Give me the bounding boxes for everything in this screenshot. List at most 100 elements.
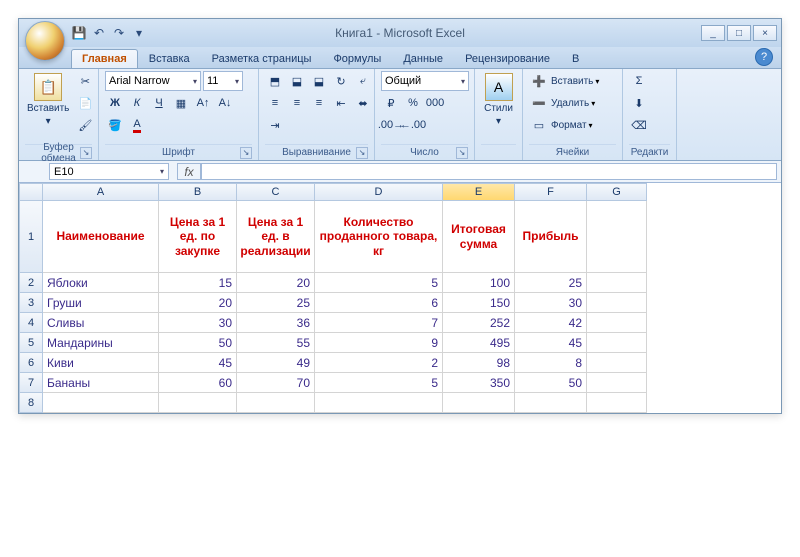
cell[interactable]: 30 [515,293,587,313]
cell[interactable]: 60 [159,373,237,393]
cell[interactable]: 20 [237,273,315,293]
cell[interactable]: 25 [237,293,315,313]
percent-icon[interactable]: % [403,93,423,113]
increase-decimal-icon[interactable]: .00→ [381,115,401,135]
tab-review[interactable]: Рецензирование [454,49,561,68]
paste-button[interactable]: 📋 Вставить ▾ [25,71,71,129]
close-button[interactable]: × [753,25,777,41]
cell[interactable]: 70 [237,373,315,393]
cell[interactable]: 495 [443,333,515,353]
cell[interactable]: Киви [43,353,159,373]
row-header-2[interactable]: 2 [19,273,43,293]
save-icon[interactable]: 💾 [71,25,87,41]
font-color-button[interactable]: A [127,115,147,135]
cell[interactable]: 150 [443,293,515,313]
col-header-F[interactable]: F [515,183,587,201]
clear-icon[interactable]: ⌫ [629,115,649,135]
cell[interactable]: Количество проданного товара, кг [315,201,443,273]
spreadsheet-grid[interactable]: A B C D E F G 1 Наименование Цена за 1 е… [19,183,781,413]
row-header-8[interactable]: 8 [19,393,43,413]
cell[interactable]: 20 [159,293,237,313]
cell[interactable] [587,393,647,413]
col-header-E[interactable]: E [443,183,515,201]
cell[interactable]: 9 [315,333,443,353]
col-header-C[interactable]: C [237,183,315,201]
formula-bar[interactable] [201,163,777,180]
cell[interactable]: 30 [159,313,237,333]
decrease-decimal-icon[interactable]: ←.00 [403,115,423,135]
border-button[interactable]: ▦ [171,93,191,113]
cell[interactable]: 5 [315,273,443,293]
row-header-7[interactable]: 7 [19,373,43,393]
name-box[interactable]: E10▾ [49,163,169,180]
font-grow-icon[interactable]: A↑ [193,93,213,113]
cell[interactable]: Итоговая сумма [443,201,515,273]
format-painter-icon[interactable]: 🖌 [75,115,95,135]
cell[interactable]: 6 [315,293,443,313]
cell[interactable] [515,393,587,413]
cell[interactable]: 98 [443,353,515,373]
cell[interactable]: 15 [159,273,237,293]
row-header-6[interactable]: 6 [19,353,43,373]
indent-dec-icon[interactable]: ⇤ [331,93,351,113]
cell[interactable] [587,333,647,353]
cell[interactable] [443,393,515,413]
merge-button[interactable]: ⬌ [353,93,373,113]
cell[interactable]: 252 [443,313,515,333]
cell[interactable]: 5 [315,373,443,393]
cell[interactable] [587,293,647,313]
cell[interactable]: Груши [43,293,159,313]
font-name-combo[interactable]: Arial Narrow▾ [105,71,201,91]
tab-home[interactable]: Главная [71,49,138,68]
tab-view[interactable]: В [561,49,590,68]
tab-data[interactable]: Данные [392,49,454,68]
align-right-icon[interactable]: ≡ [309,93,329,113]
currency-icon[interactable]: ₽ [381,93,401,113]
cell[interactable]: 2 [315,353,443,373]
fill-icon[interactable]: ⬇ [629,93,649,113]
cell[interactable]: 50 [515,373,587,393]
cell[interactable] [587,273,647,293]
cell[interactable] [587,373,647,393]
undo-icon[interactable]: ↶ [91,25,107,41]
office-button[interactable] [25,21,65,61]
row-header-3[interactable]: 3 [19,293,43,313]
font-shrink-icon[interactable]: A↓ [215,93,235,113]
cell[interactable]: 42 [515,313,587,333]
align-bottom-icon[interactable]: ⬓ [309,71,329,91]
cell[interactable]: 55 [237,333,315,353]
orientation-icon[interactable]: ↻ [331,71,351,91]
cell[interactable]: 45 [159,353,237,373]
wrap-text-button[interactable]: ⤶ [353,71,373,91]
row-header-1[interactable]: 1 [19,201,43,273]
qat-dropdown-icon[interactable]: ▾ [131,25,147,41]
cell[interactable]: 8 [515,353,587,373]
help-icon[interactable]: ? [755,48,773,66]
row-header-5[interactable]: 5 [19,333,43,353]
align-middle-icon[interactable]: ⬓ [287,71,307,91]
cell[interactable]: Цена за 1 ед. по закупке [159,201,237,273]
cell[interactable]: 7 [315,313,443,333]
underline-button[interactable]: Ч [149,93,169,113]
cell[interactable]: 50 [159,333,237,353]
align-left-icon[interactable]: ≡ [265,93,285,113]
cell[interactable]: Мандарины [43,333,159,353]
col-header-G[interactable]: G [587,183,647,201]
redo-icon[interactable]: ↷ [111,25,127,41]
italic-button[interactable]: К [127,93,147,113]
format-cells-button[interactable]: ▭Формат▾ [529,115,599,135]
number-dialog-icon[interactable]: ↘ [456,147,468,159]
tab-insert[interactable]: Вставка [138,49,201,68]
col-header-A[interactable]: A [43,183,159,201]
cell[interactable] [43,393,159,413]
cell[interactable]: 25 [515,273,587,293]
clipboard-dialog-icon[interactable]: ↘ [80,147,92,159]
font-size-combo[interactable]: 11▾ [203,71,243,91]
copy-icon[interactable]: 📄 [75,93,95,113]
indent-inc-icon[interactable]: ⇥ [265,115,285,135]
maximize-button[interactable]: □ [727,25,751,41]
cut-icon[interactable]: ✂ [75,71,95,91]
comma-icon[interactable]: 000 [425,93,445,113]
cell[interactable]: Цена за 1 ед. в реализации [237,201,315,273]
cell[interactable] [237,393,315,413]
